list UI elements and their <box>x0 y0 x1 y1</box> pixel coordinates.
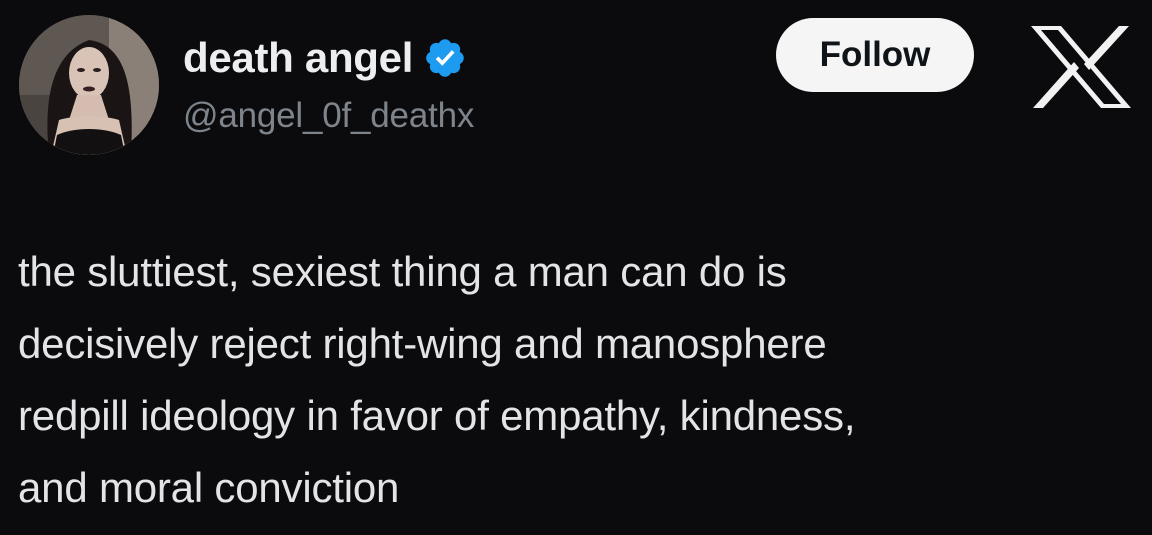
user-handle[interactable]: @angel_0f_deathx <box>183 96 474 136</box>
profile-photo <box>19 15 159 155</box>
author-row: death angel <box>183 30 467 86</box>
tweet-card: death angel @angel_0f_deathx Follow the … <box>0 0 1152 535</box>
follow-button[interactable]: Follow <box>776 18 974 92</box>
display-name[interactable]: death angel <box>183 34 413 82</box>
x-logo-icon[interactable] <box>1025 22 1137 112</box>
verified-badge-icon <box>426 39 464 77</box>
avatar[interactable] <box>19 15 159 155</box>
tweet-body: the sluttiest, sexiest thing a man can d… <box>18 248 856 511</box>
